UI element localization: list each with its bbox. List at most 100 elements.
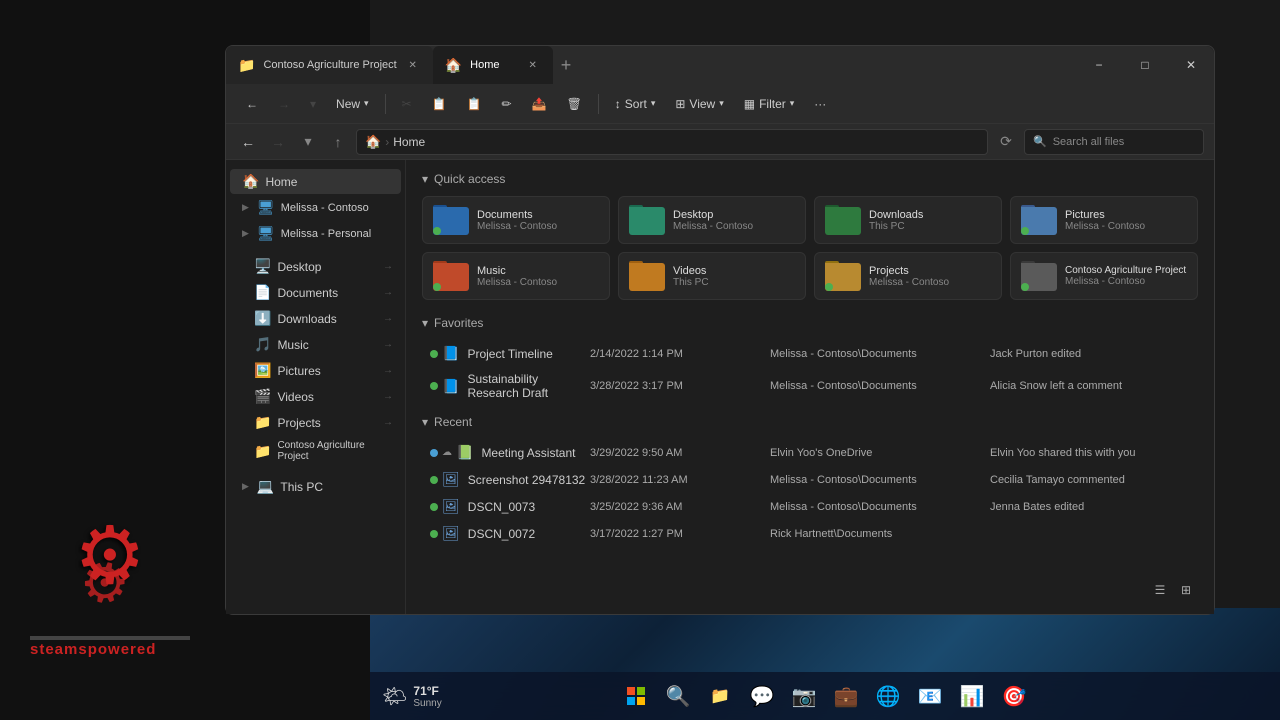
recent-indicator-2: 🖼 [430,471,460,488]
view-btn[interactable]: ⊞ View ▾ [667,93,731,115]
copy-btn[interactable]: 📋 [424,93,455,115]
sep2 [598,94,599,114]
chevron-icon-2: ▶ [242,228,249,239]
quick-access-header[interactable]: ▾ Quick access [422,172,1198,186]
fav-row-project-timeline[interactable]: 📘 Project Timeline 2/14/2022 1:14 PM Mel… [422,340,1198,367]
recent-row-dscn0073[interactable]: 🖼 DSCN_0073 3/25/2022 9:36 AM Melissa - … [422,493,1198,520]
more-btn[interactable]: ··· [806,93,834,115]
online-dot-documents [433,227,441,235]
excel-icon-1: 📗 [456,444,473,461]
recent-indicator-1: ☁ 📗 [430,444,473,461]
qa-item-contoso-ag[interactable]: Contoso Agriculture Project Melissa - Co… [1010,252,1198,300]
sidebar-item-music[interactable]: 🎵 Music → [230,332,401,357]
favorites-header[interactable]: ▾ Favorites [422,316,1198,330]
breadcrumb[interactable]: 🏠 › Home [356,129,988,155]
recent-file-name-1: Meeting Assistant [481,446,575,460]
close-btn[interactable]: ✕ [1168,46,1214,84]
teams-btn[interactable]: 🎯 [994,676,1034,716]
recent-locations-btn[interactable]: ▾ [302,93,324,115]
sidebar-desktop-label: Desktop [277,260,321,274]
mail-btn[interactable]: 📧 [910,676,950,716]
fav-row-sustainability[interactable]: 📘 Sustainability Research Draft 3/28/202… [422,367,1198,405]
weather-temp: 71°F [413,684,441,698]
sort-btn[interactable]: ↕ Sort ▾ [607,93,664,115]
new-tab-btn[interactable]: + [553,46,580,84]
recent-file-name-2: Screenshot 29478132 [468,473,585,487]
qa-item-downloads[interactable]: Downloads This PC [814,196,1002,244]
back-btn[interactable]: ← [238,93,266,115]
maximize-btn[interactable]: □ [1122,46,1168,84]
tab1-close-btn[interactable]: ✕ [405,57,421,73]
qa-folder-icon-documents [433,205,469,235]
new-btn[interactable]: New ▾ [328,93,377,115]
forward-nav-btn[interactable]: → [266,130,290,154]
chat-btn[interactable]: 💬 [742,676,782,716]
recent-nav-btn[interactable]: ▾ [296,130,320,154]
share-btn[interactable]: 📤 [524,93,555,115]
taskbar: 🌤 71°F Sunny 🔍 📁 💬 📷 💼 🌐 📧 📊 🎯 [370,672,1280,720]
recent-dot-4 [430,530,438,538]
qa-sub-contoso: Melissa - Contoso [1065,276,1186,287]
qa-item-documents[interactable]: Documents Melissa - Contoso [422,196,610,244]
tab-contoso-agriculture[interactable]: 📁 Contoso Agriculture Project ✕ [226,46,433,84]
sidebar-item-documents[interactable]: 📄 Documents → [230,280,401,305]
minimize-btn[interactable]: − [1076,46,1122,84]
melissa-contoso-icon: 🖥 [257,199,275,216]
search-btn[interactable]: 🔍 [658,676,698,716]
photos-btn[interactable]: 📷 [784,676,824,716]
qa-sub-music: Melissa - Contoso [477,277,557,288]
qa-item-projects[interactable]: Projects Melissa - Contoso [814,252,1002,300]
list-view-btn[interactable]: ☰ [1148,578,1172,602]
sidebar-item-contoso-ag[interactable]: 📁 Contoso Agriculture Project [230,436,401,466]
cloud-icon-1: ☁ [442,447,452,458]
up-nav-btn[interactable]: ↑ [326,130,350,154]
view-label: View [689,97,715,111]
recent-date-3: 3/25/2022 9:36 AM [590,501,770,513]
view-arrow-icon: ▾ [719,98,724,109]
excel-btn[interactable]: 📊 [952,676,992,716]
pin-icon-7: → [383,417,393,428]
home-icon-tab2: 🏠 [445,57,462,74]
paste-btn[interactable]: 📋 [459,93,490,115]
online-dot-projects [825,283,833,291]
title-bar: 📁 Contoso Agriculture Project ✕ 🏠 Home ✕… [226,46,1214,84]
forward-btn[interactable]: → [270,93,298,115]
start-btn[interactable] [616,676,656,716]
sidebar-item-melissa-personal[interactable]: ▶ 🖥 Melissa - Personal [230,221,401,246]
search-box[interactable]: 🔍 Search all files [1024,129,1204,155]
sidebar-item-home[interactable]: 🏠 Home [230,169,401,194]
tab2-close-btn[interactable]: ✕ [525,57,541,73]
filter-btn[interactable]: ▦ Filter ▾ [736,93,803,115]
new-arrow-icon: ▾ [364,98,369,109]
recent-row-screenshot[interactable]: 🖼 Screenshot 29478132 3/28/2022 11:23 AM… [422,466,1198,493]
recent-activity-1: Elvin Yoo shared this with you [990,447,1190,459]
back-nav-btn[interactable]: ← [236,130,260,154]
sidebar-item-pictures[interactable]: 🖼️ Pictures → [230,358,401,383]
img-icon-3: 🖼 [442,525,460,542]
sidebar-item-videos[interactable]: 🎬 Videos → [230,384,401,409]
pin-icon-6: → [383,391,393,402]
cut-btn[interactable]: ✂ [394,93,420,115]
qa-folder-icon-videos [629,261,665,291]
qa-item-videos[interactable]: Videos This PC [618,252,806,300]
recent-header[interactable]: ▾ Recent [422,415,1198,429]
recent-row-dscn0072[interactable]: 🖼 DSCN_0072 3/17/2022 1:27 PM Rick Hartn… [422,520,1198,547]
sidebar-item-projects[interactable]: 📁 Projects → [230,410,401,435]
sidebar-item-desktop[interactable]: 🖥️ Desktop → [230,254,401,279]
taskview-btn[interactable]: 📁 [700,676,740,716]
grid-view-btn[interactable]: ⊞ [1174,578,1198,602]
sidebar-item-melissa-contoso[interactable]: ▶ 🖥 Melissa - Contoso [230,195,401,220]
delete-btn[interactable]: 🗑 [559,93,590,115]
tab-home[interactable]: 🏠 Home ✕ [433,46,553,84]
briefcase-btn[interactable]: 💼 [826,676,866,716]
qa-item-desktop[interactable]: Desktop Melissa - Contoso [618,196,806,244]
recent-row-meeting-assistant[interactable]: ☁ 📗 Meeting Assistant 3/29/2022 9:50 AM … [422,439,1198,466]
qa-item-pictures[interactable]: Pictures Melissa - Contoso [1010,196,1198,244]
refresh-btn[interactable]: ⟳ [994,130,1018,154]
rename-btn[interactable]: ✏ [494,93,520,115]
qa-item-music[interactable]: Music Melissa - Contoso [422,252,610,300]
edge-btn[interactable]: 🌐 [868,676,908,716]
sidebar-item-downloads[interactable]: ⬇️ Downloads → [230,306,401,331]
sidebar-item-this-pc[interactable]: ▶ 💻 This PC [230,474,401,499]
online-dot-music [433,283,441,291]
